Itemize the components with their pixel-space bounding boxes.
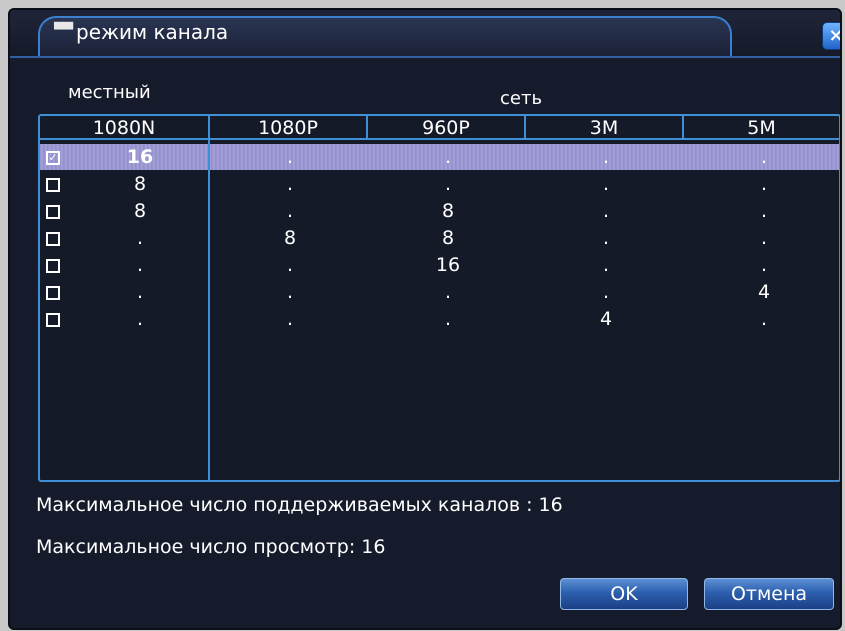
table-cell: .: [760, 173, 768, 195]
channel-table: 1080N 1080P 960P 3M 5M ✓ 16.... 8.... 8. 8..…: [38, 114, 840, 482]
table-cell: .: [444, 173, 452, 195]
title-divider: [10, 56, 840, 58]
table-cell: 8: [133, 200, 147, 222]
table-cell: .: [286, 200, 294, 222]
table-cell: .: [286, 254, 294, 276]
table-cell: .: [444, 146, 452, 168]
table-cell: .: [286, 146, 294, 168]
table-cell: 8: [441, 227, 455, 249]
local-network-separator: [208, 116, 210, 480]
window-icon: ▀▀: [54, 23, 73, 38]
row-checkbox[interactable]: [46, 178, 60, 192]
local-header: местный: [68, 82, 151, 103]
table-cell: .: [286, 308, 294, 330]
table-cell: .: [444, 308, 452, 330]
table-cell: .: [602, 227, 610, 249]
table-cell: .: [286, 173, 294, 195]
table-cell: .: [286, 281, 294, 303]
table-cell: 16: [126, 146, 154, 168]
row-checkbox[interactable]: [46, 286, 60, 300]
dialog-title: режим канала: [76, 20, 229, 44]
cancel-button[interactable]: Отмена: [704, 578, 834, 610]
col-header-5m: 5M: [684, 116, 839, 140]
table-cell: .: [136, 254, 144, 276]
ok-button[interactable]: OK: [560, 578, 688, 610]
table-cell: .: [444, 281, 452, 303]
table-cell: .: [136, 308, 144, 330]
table-cell: .: [760, 200, 768, 222]
row-checkbox[interactable]: ✓: [46, 151, 60, 165]
table-cell: 8: [441, 200, 455, 222]
table-cell: .: [760, 308, 768, 330]
table-cell: .: [602, 254, 610, 276]
table-cell: .: [602, 200, 610, 222]
col-header-1080n: 1080N: [40, 116, 210, 140]
table-cell: 8: [133, 173, 147, 195]
table-cell: 4: [757, 281, 771, 303]
table-cell: .: [602, 173, 610, 195]
row-checkbox[interactable]: [46, 205, 60, 219]
title-bar: ▀▀ режим канала ×: [10, 10, 840, 58]
col-header-960p: 960P: [368, 116, 526, 140]
col-header-3m: 3M: [526, 116, 684, 140]
table-cell: .: [760, 146, 768, 168]
close-button[interactable]: ×: [822, 22, 840, 50]
close-icon: ×: [828, 25, 840, 46]
table-cell: 16: [435, 254, 461, 276]
network-header: сеть: [500, 88, 543, 109]
table-cell: .: [760, 227, 768, 249]
row-checkbox[interactable]: [46, 232, 60, 246]
table-cell: .: [602, 146, 610, 168]
table-cell: .: [760, 254, 768, 276]
table-cell: 8: [283, 227, 297, 249]
table-cell: .: [136, 227, 144, 249]
max-channels-text: Максимальное число поддерживаемых канало…: [36, 494, 563, 516]
table-cell: .: [136, 281, 144, 303]
table-cell: 4: [599, 308, 613, 330]
row-checkbox[interactable]: [46, 259, 60, 273]
max-view-text: Максимальное число просмотр: 16: [36, 536, 386, 558]
channel-mode-dialog: ▀▀ режим канала × местный сеть 1080N 108…: [8, 8, 842, 630]
col-header-1080p: 1080P: [210, 116, 368, 140]
row-checkbox[interactable]: [46, 313, 60, 327]
table-cell: .: [602, 281, 610, 303]
